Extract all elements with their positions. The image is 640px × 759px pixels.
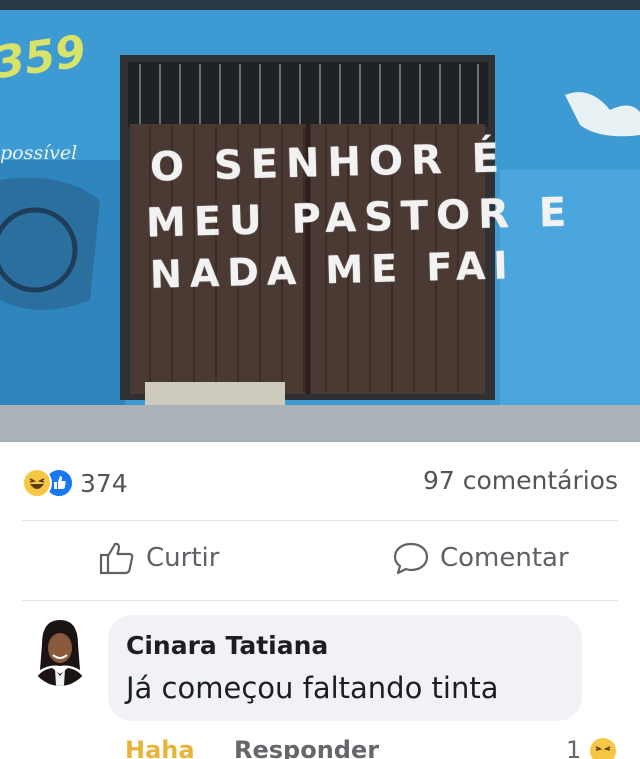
speech-bubble-icon (393, 542, 429, 575)
gate-graffiti-line-1: O SENHOR É (149, 135, 508, 191)
comment-actions-row: Haha Responder 1 (0, 736, 640, 759)
commenter-avatar[interactable] (28, 614, 92, 686)
comment-reply-link[interactable]: Responder (234, 736, 379, 759)
comments-count-link[interactable]: 97 comentários (423, 466, 618, 495)
comment-button[interactable]: Comentar (392, 540, 569, 576)
comment-button-label: Comentar (440, 543, 569, 573)
wall-word-graffiti: possível (0, 142, 78, 164)
comment-reaction-count: 1 (566, 736, 582, 759)
divider (22, 520, 618, 521)
divider (22, 600, 618, 601)
haha-emoji-icon (22, 468, 52, 498)
like-button-label: Curtir (146, 543, 220, 573)
comment-haha-link[interactable]: Haha (125, 736, 195, 759)
post-photo[interactable]: 359 possível O SENHOR É MEU PASTOR E NAD… (0, 0, 640, 442)
comment-author-name[interactable]: Cinara Tatiana (126, 631, 328, 660)
comment-text: Já começou faltando tinta (126, 671, 499, 705)
like-button[interactable]: Curtir (98, 540, 219, 576)
reactions-summary[interactable]: 374 (22, 468, 128, 498)
thumbs-up-icon (99, 542, 134, 575)
comment-bubble[interactable]: Cinara Tatiana Já começou faltando tinta (108, 615, 582, 721)
haha-emoji-icon[interactable] (590, 738, 616, 759)
reactions-count: 374 (80, 468, 128, 498)
